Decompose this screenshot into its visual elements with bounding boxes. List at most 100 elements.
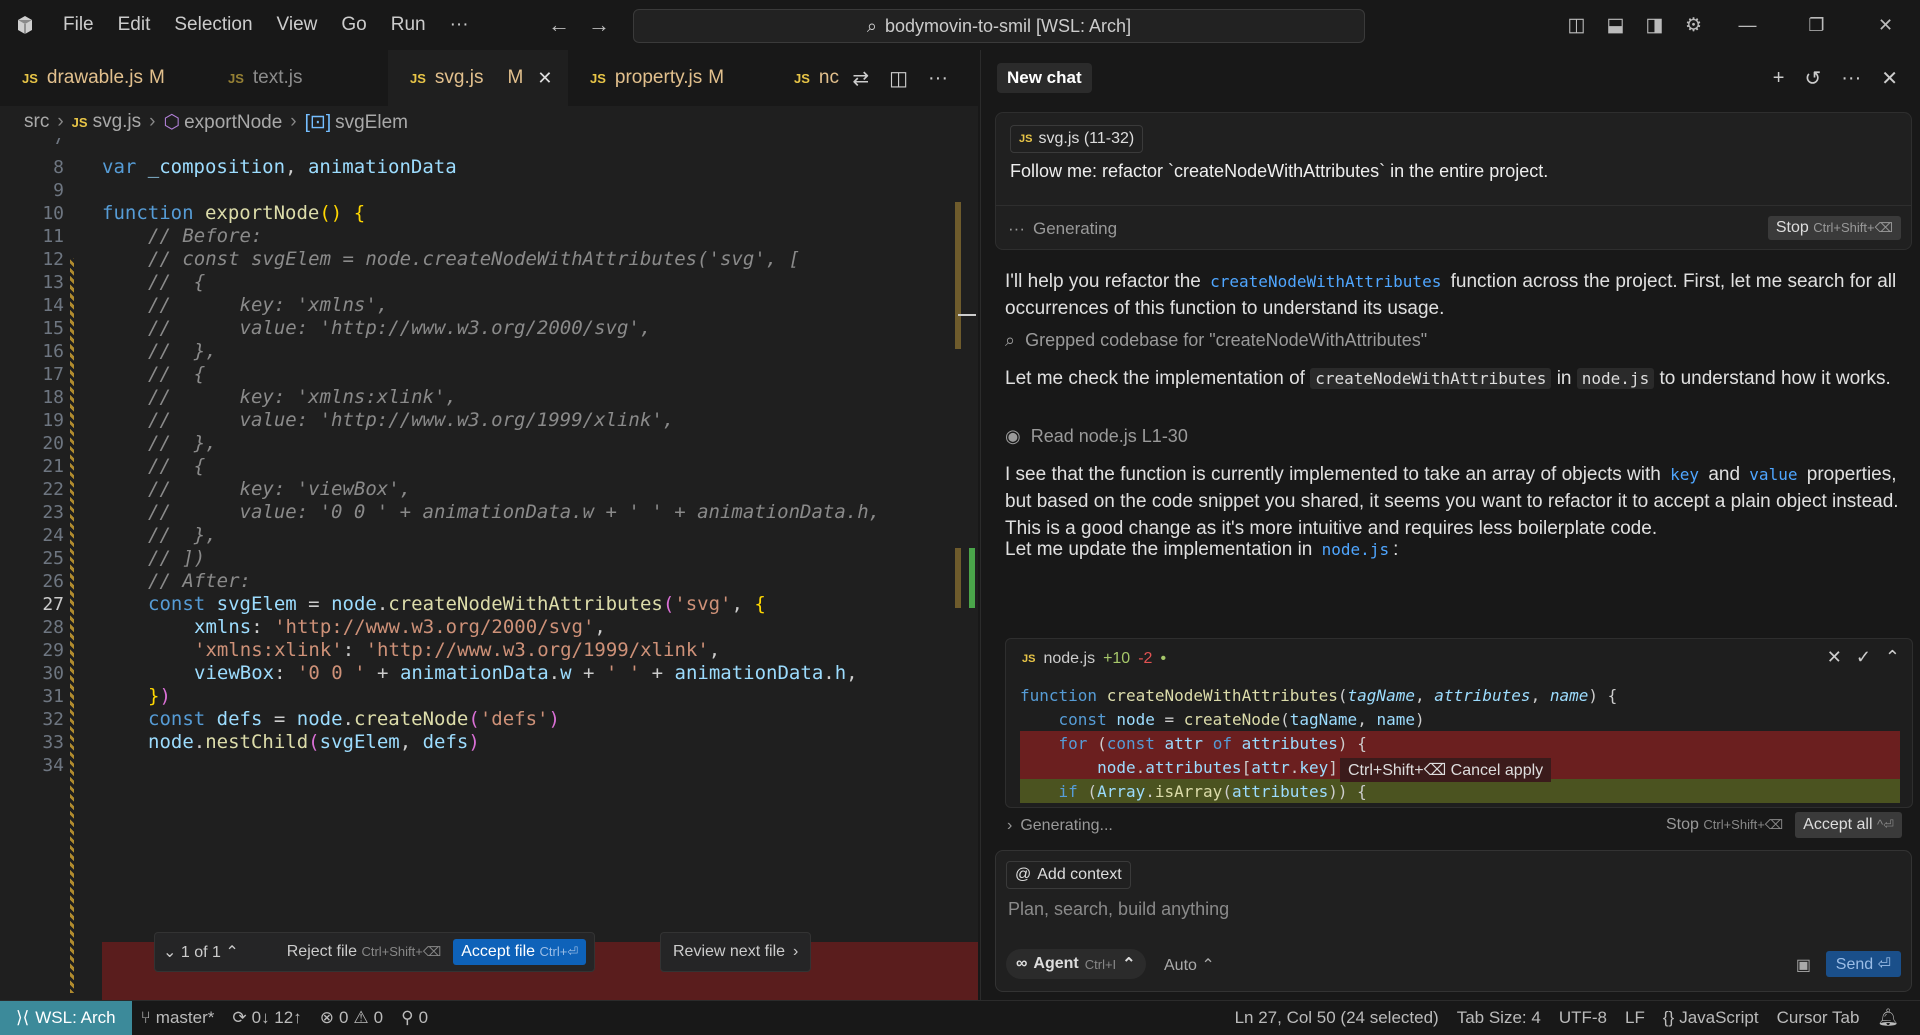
title-bar: File Edit Selection View Go Run ··· ← → …: [0, 0, 1920, 50]
accept-file-button[interactable]: Accept file Ctrl+⏎: [453, 939, 587, 965]
text: and: [1708, 464, 1741, 485]
line-number: 24: [42, 524, 64, 546]
cancel-apply-tooltip[interactable]: Ctrl+Shift+⌫ Cancel apply: [1340, 758, 1552, 782]
back-arrow-icon[interactable]: ←: [548, 12, 570, 38]
new-chat-plus-icon[interactable]: +: [1773, 67, 1785, 90]
tab-svg-js[interactable]: JS svg.js M ✕: [388, 50, 568, 106]
tab-drawable-js[interactable]: JS drawable.js M: [0, 50, 206, 106]
user-message-card[interactable]: JS svg.js (11-32) Follow me: refactor `c…: [995, 112, 1912, 250]
chevron-right-icon[interactable]: ›: [1007, 817, 1012, 835]
menu-more[interactable]: ···: [438, 0, 481, 50]
code-text: // ]): [148, 547, 206, 570]
forward-arrow-icon[interactable]: →: [588, 12, 610, 38]
inline-code: value: [1749, 465, 1798, 484]
code-line: 34: [0, 751, 960, 780]
send-button[interactable]: Send ⏎: [1825, 951, 1901, 977]
chevron-down-icon[interactable]: ⌄: [163, 944, 176, 961]
more-actions-icon[interactable]: ···: [928, 67, 948, 90]
toggle-panel-icon[interactable]: ⬓: [1596, 14, 1635, 37]
warnings-count: 0: [373, 1007, 384, 1027]
method-symbol-icon: ⬡: [163, 111, 181, 133]
command-center-search[interactable]: ⌕ bodymovin-to-smil [WSL: Arch]: [633, 9, 1365, 43]
code-editor[interactable]: 7 8 var _composition, animationData 9 10 f…: [0, 138, 978, 1000]
accept-change-icon[interactable]: ✓: [1856, 647, 1871, 668]
tool-call-grep[interactable]: ⌕ Grepped codebase for "createNodeWithAt…: [1005, 330, 1427, 351]
accept-all-button[interactable]: Accept all ^⏎: [1795, 812, 1902, 838]
language-mode[interactable]: {} JavaScript: [1654, 1008, 1768, 1028]
tab-new-chat[interactable]: New chat: [997, 63, 1092, 93]
remote-indicator[interactable]: ⟩⟨ WSL: Arch: [0, 1000, 132, 1035]
tab-property-js[interactable]: JS property.js M: [568, 50, 772, 106]
breadcrumb-file[interactable]: JS svg.js: [72, 111, 141, 133]
chat-history-icon[interactable]: ↺: [1804, 66, 1821, 91]
context-chip[interactable]: JS svg.js (11-32): [1010, 125, 1144, 153]
menu-edit[interactable]: Edit: [106, 0, 163, 50]
diff-navigation[interactable]: ⌄ 1 of 1 ⌃: [163, 942, 239, 962]
problems-indicator[interactable]: ⊗ 0 ⚠ 0: [311, 1008, 392, 1028]
javascript-file-icon: JS: [1019, 133, 1033, 145]
attach-image-icon[interactable]: ▣: [1796, 955, 1811, 975]
close-window-icon[interactable]: ✕: [1851, 15, 1920, 36]
javascript-file-icon: JS: [71, 115, 88, 130]
scrollbar-change-marker: [955, 548, 961, 608]
tab-size[interactable]: Tab Size: 4: [1448, 1008, 1550, 1028]
cursor-logo-icon[interactable]: [0, 0, 50, 50]
menu-go[interactable]: Go: [329, 0, 378, 50]
notifications-bell-icon[interactable]: 🔔︎: [1868, 1008, 1908, 1028]
code-text: var _composition, animationData: [102, 156, 457, 179]
tool-call-read[interactable]: ◉ Read node.js L1-30: [1005, 426, 1188, 447]
breadcrumb-folder[interactable]: src: [24, 111, 49, 133]
ports-indicator[interactable]: ⚲ 0: [392, 1008, 437, 1028]
code-text: // {: [148, 363, 206, 386]
settings-gear-icon[interactable]: ⚙: [1674, 14, 1713, 37]
broadcast-icon: ⚲: [401, 1007, 414, 1027]
minimize-icon[interactable]: —: [1713, 15, 1782, 36]
menu-view[interactable]: View: [265, 0, 330, 50]
review-next-file-button[interactable]: Review next file ›: [660, 932, 812, 972]
breadcrumb-variable[interactable]: [⊡] svgElem: [305, 111, 408, 134]
restore-icon[interactable]: ❐: [1782, 15, 1851, 36]
collapse-chevron-icon[interactable]: ⌃: [1885, 647, 1900, 668]
end-of-line[interactable]: LF: [1616, 1008, 1654, 1028]
apply-stop-button[interactable]: Stop Ctrl+Shift+⌫: [1666, 816, 1783, 834]
close-panel-icon[interactable]: ✕: [1881, 66, 1898, 91]
file-link[interactable]: node.js: [1318, 540, 1393, 559]
open-changes-icon[interactable]: ⇄: [852, 66, 869, 91]
chevron-up-icon[interactable]: ⌃: [225, 944, 238, 961]
reject-file-button[interactable]: Reject file Ctrl+Shift+⌫: [287, 943, 442, 961]
warning-icon: ⚠: [353, 1007, 369, 1027]
tab-node-js[interactable]: JS nc: [772, 50, 852, 106]
close-tab-icon[interactable]: ✕: [537, 68, 552, 89]
cursor-tab-toggle[interactable]: Cursor Tab: [1768, 1008, 1869, 1028]
variable-symbol-icon: [⊡]: [304, 111, 332, 133]
menu-run[interactable]: Run: [379, 0, 438, 50]
code-text: // {: [148, 455, 206, 478]
model-label: Auto: [1164, 957, 1197, 974]
breadcrumb-function[interactable]: ⬡ exportNode: [163, 111, 282, 134]
unsaved-dot-icon: •: [1160, 650, 1167, 667]
reject-change-icon[interactable]: ✕: [1827, 647, 1842, 668]
chevron-right-icon: ›: [290, 111, 297, 132]
tab-text-js[interactable]: JS text.js: [206, 50, 388, 106]
toggle-primary-sidebar-icon[interactable]: ◫: [1557, 14, 1596, 37]
agent-mode-selector[interactable]: ∞ Agent Ctrl+I ⌃: [1006, 949, 1146, 979]
javascript-file-icon: JS: [794, 70, 810, 86]
code-symbol-link[interactable]: createNodeWithAttributes: [1206, 272, 1445, 291]
toggle-secondary-sidebar-icon[interactable]: ◨: [1635, 14, 1674, 37]
line-number: 26: [42, 570, 64, 592]
split-editor-icon[interactable]: ◫: [889, 66, 908, 91]
add-context-button[interactable]: @ Add context: [1006, 861, 1131, 889]
git-branch[interactable]: ⑂ master*: [132, 1008, 224, 1028]
cursor-position[interactable]: Ln 27, Col 50 (24 selected): [1226, 1008, 1448, 1028]
file-encoding[interactable]: UTF-8: [1550, 1008, 1616, 1028]
model-selector[interactable]: Auto ⌃: [1164, 955, 1215, 975]
code-block-filename[interactable]: node.js: [1043, 650, 1095, 668]
chat-input[interactable]: [1008, 899, 1888, 920]
git-sync[interactable]: ⟳ 0↓ 12↑: [223, 1008, 310, 1028]
more-actions-icon[interactable]: ···: [1841, 67, 1861, 90]
menu-file[interactable]: File: [50, 0, 106, 50]
stop-button[interactable]: Stop Ctrl+Shift+⌫: [1767, 216, 1901, 240]
code-text: // Before:: [148, 225, 263, 248]
code-text: // key: 'viewBox',: [148, 478, 412, 501]
menu-selection[interactable]: Selection: [162, 0, 264, 50]
